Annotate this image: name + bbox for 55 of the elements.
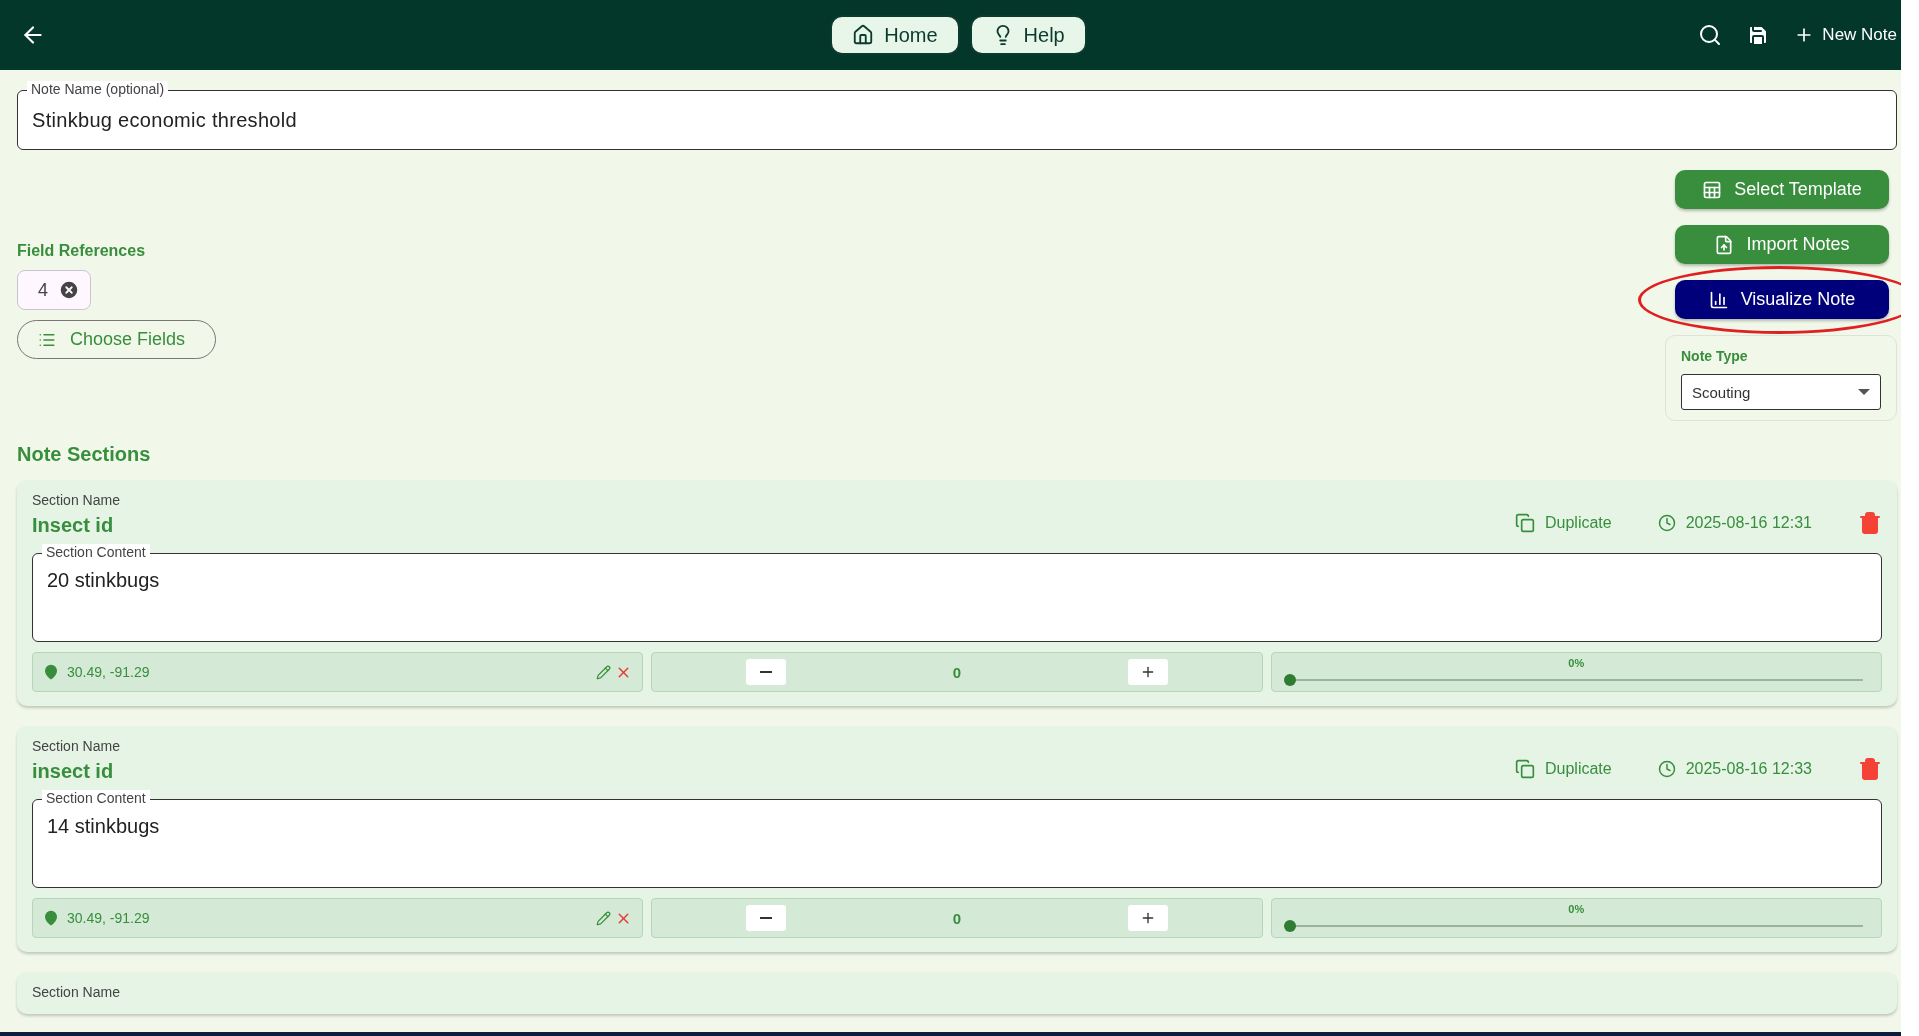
search-icon <box>1698 23 1723 47</box>
section-name-label: Section Name <box>32 738 120 754</box>
progress-reading: 0% <box>1567 657 1586 669</box>
timestamp: 2025-08-16 12:33 <box>1685 760 1812 778</box>
minus-icon <box>759 671 772 673</box>
delete-icon[interactable] <box>1858 757 1882 781</box>
new-note-button[interactable]: New Note <box>1794 25 1897 45</box>
field-label: Note Name (optional) <box>27 81 169 97</box>
clock-icon <box>1657 760 1676 778</box>
section-name-label: Section Name <box>32 492 120 508</box>
duplicate-button[interactable]: Duplicate <box>1514 513 1612 533</box>
action-button[interactable]: Select Template <box>1675 170 1889 209</box>
section-name: Insect id <box>32 514 115 537</box>
search-button[interactable] <box>1698 23 1723 47</box>
section-name: insect id <box>32 760 115 783</box>
edit-icon[interactable] <box>596 910 612 926</box>
nav-button[interactable]: Home <box>830 15 960 55</box>
field-chip[interactable]: 4 <box>17 270 91 310</box>
slider-thumb[interactable] <box>1283 674 1296 686</box>
edit-icon[interactable] <box>596 664 612 680</box>
field-references-label: Field References <box>17 242 146 260</box>
progress-reading: 0% <box>1567 903 1586 915</box>
counter-value: 0 <box>952 909 962 927</box>
timestamp: 2025-08-16 12:31 <box>1685 514 1812 532</box>
copy-icon <box>1514 513 1535 533</box>
decrement-button[interactable] <box>745 659 786 685</box>
file-upload-icon <box>1714 234 1735 255</box>
delete-icon[interactable] <box>1858 511 1882 535</box>
action-button[interactable]: Import Notes <box>1675 225 1889 264</box>
decrement-button[interactable] <box>745 905 786 931</box>
slider-thumb[interactable] <box>1283 920 1296 932</box>
field-label: Section Content <box>42 544 150 560</box>
remove-icon[interactable] <box>58 279 80 301</box>
section-name-label: Section Name <box>32 984 120 1000</box>
field-label: Section Content <box>42 790 150 806</box>
house-icon <box>852 24 875 46</box>
clock-icon <box>1657 514 1676 532</box>
minus-icon <box>759 917 772 919</box>
sections-title: Note Sections <box>17 443 152 466</box>
map-pin-icon <box>43 910 59 926</box>
increment-button[interactable] <box>1128 659 1169 685</box>
coordinates: 30.49, -91.29 <box>67 910 151 926</box>
note-type-label: Note Type <box>1681 348 1749 364</box>
copy-icon <box>1514 759 1535 779</box>
counter-value: 0 <box>952 663 962 681</box>
map-pin-icon <box>43 664 59 680</box>
increment-button[interactable] <box>1128 905 1169 931</box>
chart-icon <box>1708 289 1729 310</box>
nav-button[interactable]: Help <box>969 15 1087 55</box>
coordinates: 30.49, -91.29 <box>67 664 151 680</box>
chip-label: 4 <box>38 279 48 301</box>
action-button[interactable]: Visualize Note <box>1675 280 1889 319</box>
note-type-select[interactable]: Scouting <box>1681 374 1881 410</box>
duplicate-button[interactable]: Duplicate <box>1514 759 1612 779</box>
table-icon <box>1702 179 1723 200</box>
